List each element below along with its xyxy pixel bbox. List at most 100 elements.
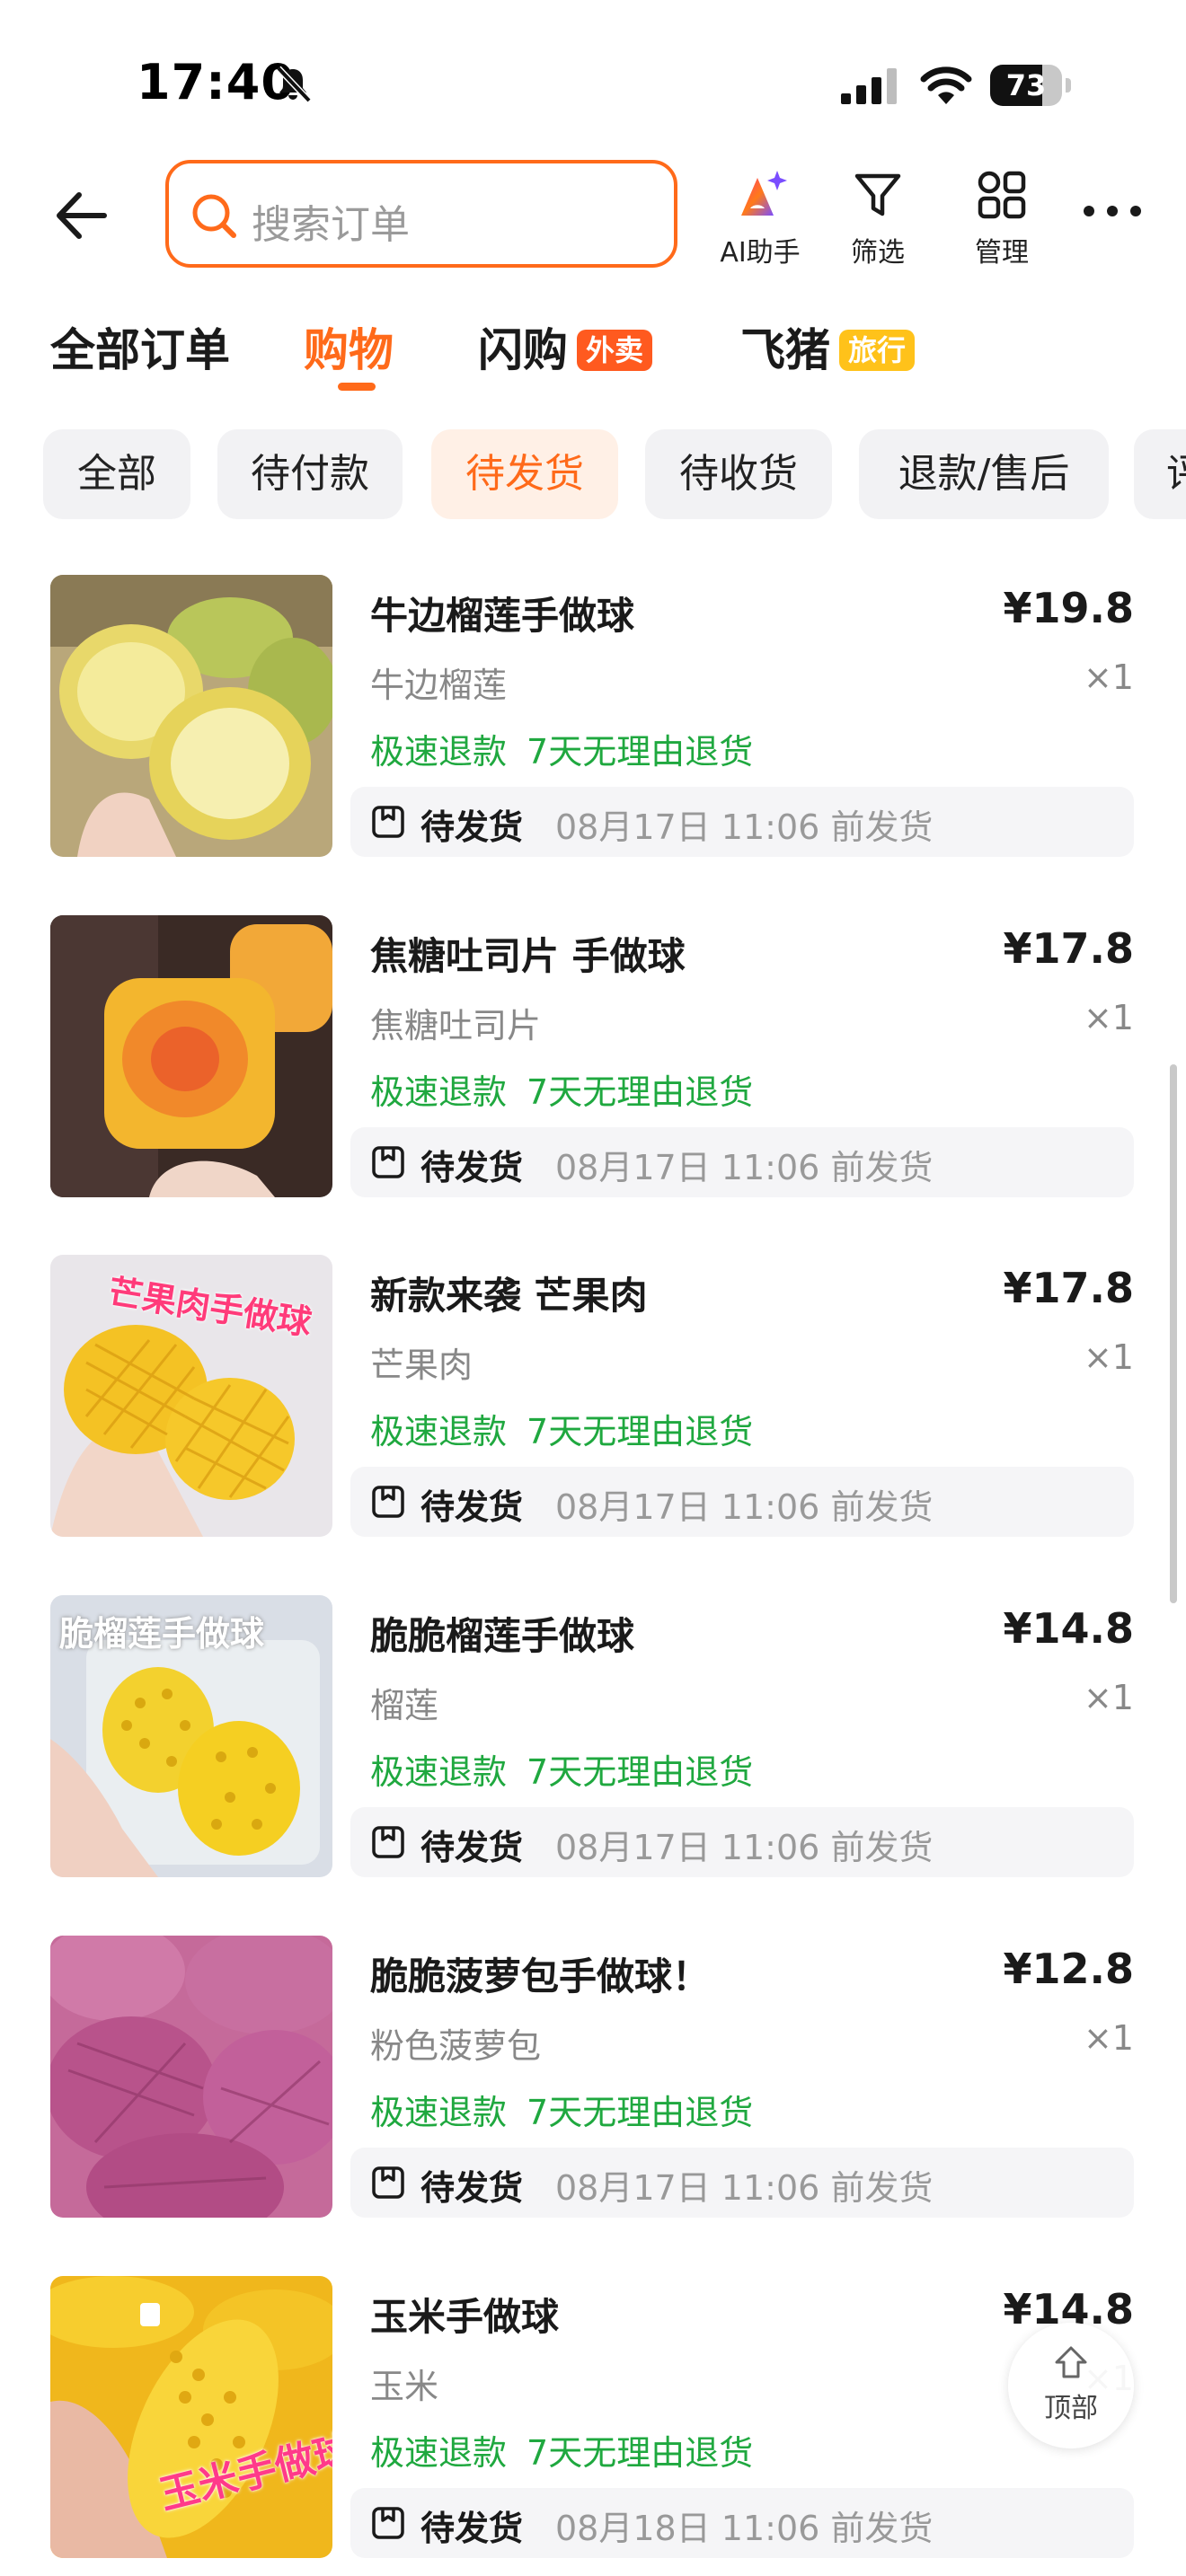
product-price: ¥17.8 [1003,924,1134,973]
product-thumbnail[interactable]: 玉米手做球 [50,2276,332,2558]
manage-button[interactable]: 管理 [943,167,1060,269]
shipping-status: 待发货 [420,2168,524,2208]
shipping-deadline: 08月17日 11:06 前发货 [555,1148,934,1187]
tab-label: 飞猪 [740,324,830,376]
tab-shopping[interactable]: 购物 [304,314,394,379]
product-quantity: ×1 [1083,1337,1134,1377]
takeout-badge: 外卖 [577,329,653,371]
shipping-deadline: 08月18日 11:06 前发货 [555,2509,934,2548]
package-icon [372,2507,404,2539]
order-item[interactable]: 焦糖吐司片 手做球 ¥17.8 焦糖吐司片 ×1 极速退款 7天无理由退货 待发货… [0,915,1186,1257]
back-arrow-icon[interactable] [49,184,111,247]
product-sku: 焦糖吐司片 [370,1006,542,1045]
grid-icon [978,171,1026,219]
corn-image [50,2276,332,2558]
order-item[interactable]: 牛边榴莲手做球 ¥19.8 牛边榴莲 ×1 极速退款 7天无理由退货 待发货 08… [0,575,1186,916]
back-to-top-label: 顶部 [1044,2393,1098,2424]
product-thumbnail[interactable]: 脆榴莲手做球 [50,1595,332,1877]
fast-refund-tag: 极速退款 [370,1072,508,1112]
order-item[interactable]: 脆榴莲手做球 脆脆榴莲手做球 ¥14.8 榴莲 ×1 极速退款 7天无理由退货 待… [0,1595,1186,1936]
shipping-deadline: 08月17日 11:06 前发货 [555,1828,934,1867]
product-quantity: ×1 [1083,2018,1134,2058]
chip-review[interactable]: 评 [1134,429,1186,519]
product-sku: 粉色菠萝包 [370,2026,542,2066]
shipping-status-bar[interactable]: 待发货 08月17日 11:06 前发货 [350,1467,1134,1537]
shipping-deadline: 08月17日 11:06 前发货 [555,2168,934,2208]
shipping-deadline: 08月17日 11:06 前发货 [555,1487,934,1527]
arrow-up-icon [1055,2346,1087,2378]
product-title[interactable]: 焦糖吐司片 手做球 [370,926,686,981]
seven-day-return-tag: 7天无理由退货 [527,1072,754,1112]
service-tags: 极速退款 7天无理由退货 [370,1744,753,1794]
product-sku: 玉米 [370,2367,439,2406]
back-to-top-button[interactable]: 顶部 [1008,2323,1134,2448]
chip-all[interactable]: 全部 [43,429,190,519]
fast-refund-tag: 极速退款 [370,2433,508,2473]
shipping-deadline: 08月17日 11:06 前发货 [555,807,934,847]
pink-pineapple-bun-image [50,1936,332,2218]
seven-day-return-tag: 7天无理由退货 [527,1752,754,1792]
tab-fliggy[interactable]: 飞猪 旅行 [740,314,916,379]
service-tags: 极速退款 7天无理由退货 [370,2425,753,2475]
scrollbar[interactable] [1170,1064,1177,1603]
product-sku: 芒果肉 [370,1345,474,1385]
funnel-icon [854,173,901,216]
product-sku: 榴莲 [370,1686,439,1725]
seven-day-return-tag: 7天无理由退货 [527,2093,754,2132]
product-price: ¥14.8 [1003,1604,1134,1653]
chip-pending-payment[interactable]: 待付款 [217,429,403,519]
tab-label: 全部订单 [50,324,230,376]
battery-percent: 73 [1005,68,1047,102]
tab-flash-purchase[interactable]: 闪购 外卖 [478,314,653,379]
search-input[interactable]: 搜索订单 [165,160,677,268]
tab-label: 闪购 [478,324,568,376]
fast-refund-tag: 极速退款 [370,1412,508,1451]
search-icon [192,194,236,238]
chip-pending-shipment[interactable]: 待发货 [431,429,618,519]
product-title[interactable]: 牛边榴莲手做球 [370,586,634,640]
ai-sparkle-icon [741,171,787,216]
more-options-icon[interactable] [1078,193,1146,229]
shipping-status-bar[interactable]: 待发货 08月17日 11:06 前发货 [350,2148,1134,2218]
bell-mute-icon [276,66,312,103]
product-title[interactable]: 玉米手做球 [370,2287,559,2342]
tab-all-orders[interactable]: 全部订单 [50,314,230,379]
product-price: ¥12.8 [1003,1945,1134,1993]
shipping-status-bar[interactable]: 待发货 08月18日 11:06 前发货 [350,2488,1134,2558]
chip-refund-aftersale[interactable]: 退款/售后 [859,429,1109,519]
package-icon [372,806,404,838]
shipping-status: 待发货 [420,807,524,847]
fast-refund-tag: 极速退款 [370,732,508,772]
order-item[interactable]: 玉米手做球 玉米手做球 ¥14.8 玉米 ×1 极速退款7天无理由退货 待发货 … [0,2276,1186,2576]
product-thumbnail[interactable] [50,915,332,1197]
product-title[interactable]: 脆脆菠萝包手做球！ [370,1946,710,2001]
product-thumbnail[interactable]: 芒果肉手做球 [50,1255,332,1537]
durian-halves-image [50,575,332,857]
fast-refund-tag: 极速退款 [370,1752,508,1792]
battery-indicator: 73 [990,65,1071,106]
product-sku: 牛边榴莲 [370,666,508,705]
product-title[interactable]: 脆脆榴莲手做球 [370,1606,634,1661]
order-item[interactable]: 脆脆菠萝包手做球！ ¥12.8 粉色菠萝包 ×1 极速退款 7天无理由退货 待发货… [0,1936,1186,2277]
status-bar: 17:40 73 [0,0,1186,135]
package-icon [372,1826,404,1858]
ai-assistant-button[interactable]: AI助手 [702,167,819,269]
chip-pending-receipt[interactable]: 待收货 [645,429,832,519]
shipping-status-bar[interactable]: 待发货 08月17日 11:06 前发货 [350,1127,1134,1197]
shipping-status: 待发货 [420,1828,524,1867]
shipping-status-bar[interactable]: 待发货 08月17日 11:06 前发货 [350,787,1134,857]
seven-day-return-tag: 7天无理由退货 [527,2433,754,2473]
order-item[interactable]: 芒果肉手做球 新款来袭 芒果肉 ¥17.8 芒果肉 ×1 极速退款 7天无理由退货… [0,1255,1186,1596]
shipping-status-bar[interactable]: 待发货 08月17日 11:06 前发货 [350,1807,1134,1877]
product-thumbnail[interactable] [50,575,332,857]
cellular-signal-icon [841,68,897,104]
filter-button[interactable]: 筛选 [819,167,936,269]
wifi-icon [920,66,972,104]
package-icon [372,1486,404,1518]
product-thumbnail[interactable] [50,1936,332,2218]
seven-day-return-tag: 7天无理由退货 [527,1412,754,1451]
filter-label: 筛选 [851,237,905,269]
shipping-status: 待发货 [420,1487,524,1527]
product-title[interactable]: 新款来袭 芒果肉 [370,1266,648,1320]
status-time: 17:40 [137,54,296,110]
